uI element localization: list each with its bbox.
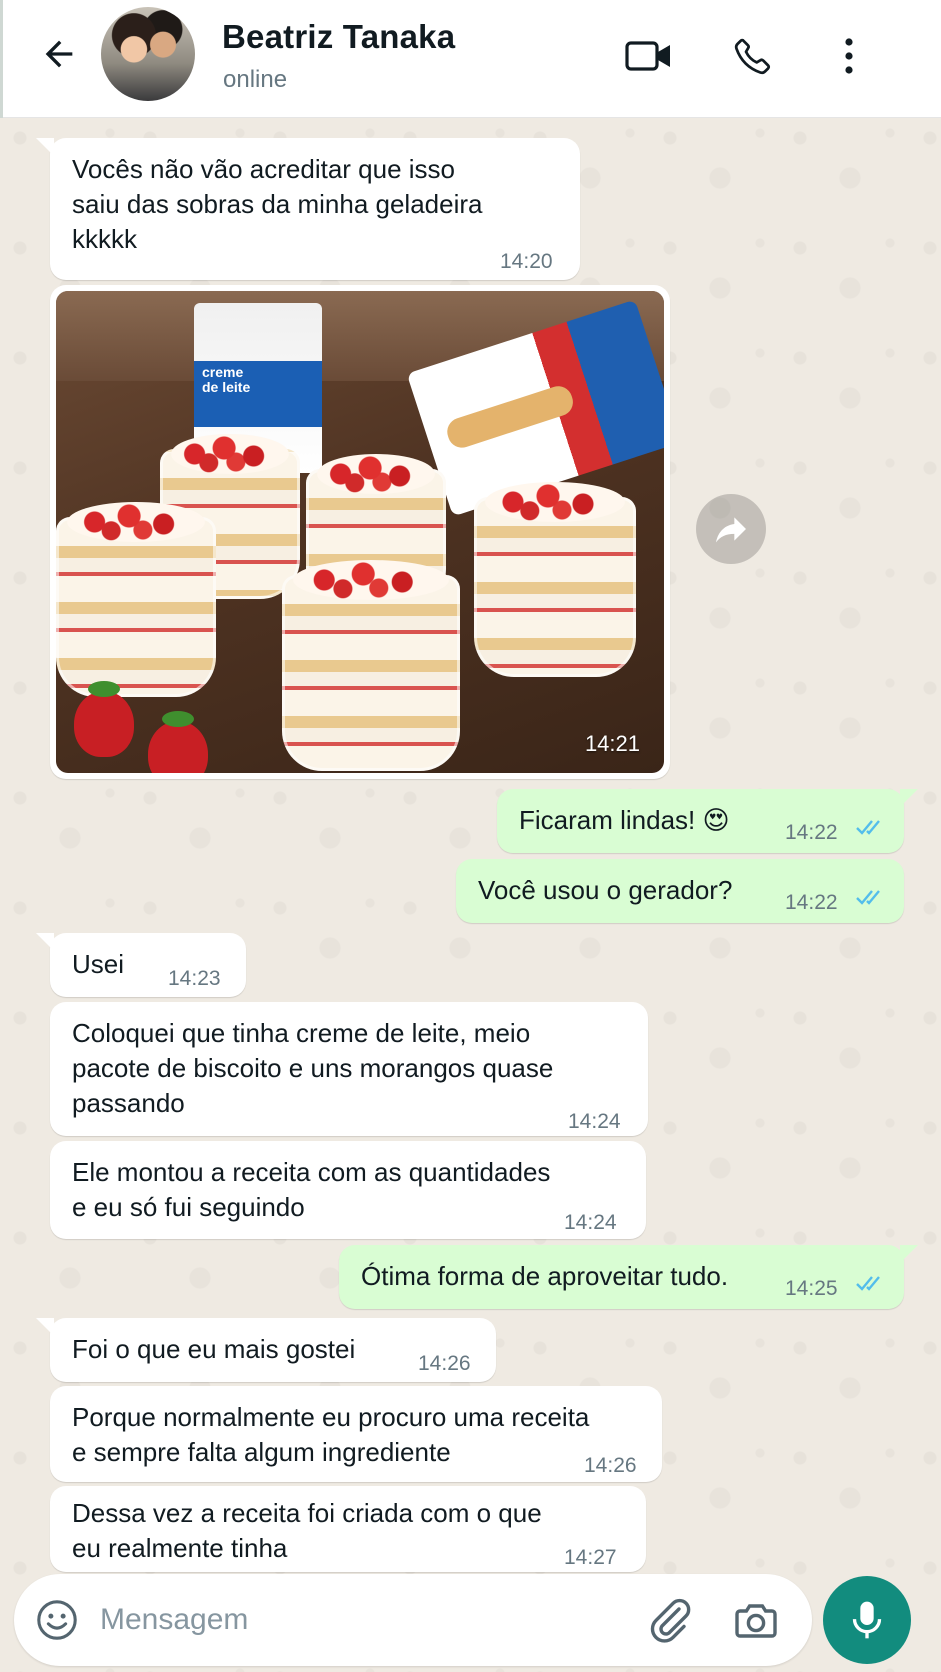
message-text: Porque normalmente eu procuro uma receit… bbox=[72, 1402, 590, 1467]
message-outgoing[interactable]: Você usou o gerador? 14:22 bbox=[456, 859, 904, 923]
camera-icon[interactable] bbox=[732, 1596, 780, 1644]
message-text: Ele montou a receita com as quantidades … bbox=[72, 1157, 551, 1222]
message-time: 14:22 bbox=[785, 891, 838, 914]
bubble-tail bbox=[36, 138, 54, 156]
strawberry bbox=[148, 711, 208, 773]
carton-label: creme de leite bbox=[202, 364, 251, 395]
video-call-icon bbox=[625, 41, 670, 71]
message-incoming[interactable]: Dessa vez a receita foi criada com o que… bbox=[50, 1486, 646, 1572]
mic-button[interactable] bbox=[823, 1576, 911, 1664]
image-message[interactable]: creme de leite 14:21 bbox=[50, 285, 670, 779]
message-text: Foi o que eu mais gostei bbox=[72, 1334, 356, 1364]
message-incoming[interactable]: Porque normalmente eu procuro uma receit… bbox=[50, 1386, 662, 1482]
message-time: 14:26 bbox=[584, 1454, 637, 1477]
contact-status: online bbox=[223, 66, 288, 93]
message-text: Usei bbox=[72, 949, 125, 979]
message-text: Você usou o gerador? bbox=[478, 875, 733, 905]
message-time: 14:22 bbox=[785, 821, 838, 844]
message-incoming[interactable]: Vocês não vão acreditar que isso saiu da… bbox=[36, 138, 580, 280]
message-text: Dessa vez a receita foi criada com o que… bbox=[72, 1498, 542, 1563]
message-composer bbox=[14, 1574, 812, 1666]
message-input[interactable] bbox=[100, 1596, 630, 1644]
dessert-cup bbox=[282, 560, 460, 771]
bubble-tail bbox=[900, 789, 918, 807]
avatar[interactable] bbox=[101, 7, 195, 101]
dessert-cup bbox=[56, 502, 216, 697]
message-time: 14:27 bbox=[564, 1546, 617, 1569]
back-button[interactable] bbox=[37, 32, 81, 76]
more-options-icon bbox=[845, 38, 853, 74]
emoji-icon[interactable] bbox=[34, 1597, 80, 1643]
voice-call-button[interactable] bbox=[725, 28, 781, 84]
message-time: 14:26 bbox=[418, 1352, 471, 1375]
message-time: 14:21 bbox=[584, 731, 640, 756]
message-incoming[interactable]: Usei 14:23 bbox=[36, 933, 246, 997]
message-incoming[interactable]: Foi o que eu mais gostei 14:26 bbox=[36, 1318, 496, 1382]
forward-icon bbox=[716, 517, 746, 543]
more-options-button[interactable] bbox=[821, 28, 877, 84]
contact-name[interactable]: Beatriz Tanaka bbox=[222, 18, 455, 56]
message-incoming[interactable]: Coloquei que tinha creme de leite, meio … bbox=[50, 1002, 648, 1136]
bubble-tail bbox=[36, 933, 54, 951]
message-text: Vocês não vão acreditar que isso saiu da… bbox=[72, 154, 483, 254]
bubble-tail bbox=[900, 1245, 918, 1263]
message-time: 14:23 bbox=[168, 967, 221, 990]
message-outgoing[interactable]: Ótima forma de aproveitar tudo. 14:25 bbox=[339, 1245, 918, 1309]
bubble-tail bbox=[36, 1318, 54, 1336]
message-time: 14:20 bbox=[500, 250, 553, 273]
chat-header: Beatriz Tanaka online bbox=[3, 0, 941, 118]
message-time: 14:24 bbox=[568, 1110, 621, 1133]
message-text: Coloquei que tinha creme de leite, meio … bbox=[72, 1018, 554, 1118]
read-receipt-icon bbox=[856, 1276, 880, 1291]
strawberry bbox=[74, 681, 134, 757]
mic-icon bbox=[852, 1601, 882, 1639]
message-text: Ficaram lindas! 😍 bbox=[519, 805, 730, 835]
message-time: 14:25 bbox=[785, 1277, 838, 1300]
message-photo[interactable]: creme de leite 14:21 bbox=[56, 291, 664, 773]
message-text: Ótima forma de aproveitar tudo. bbox=[361, 1261, 729, 1291]
voice-call-icon bbox=[734, 38, 771, 75]
dessert-cup bbox=[474, 482, 636, 677]
video-call-button[interactable] bbox=[621, 28, 677, 84]
message-incoming[interactable]: Ele montou a receita com as quantidades … bbox=[50, 1141, 646, 1239]
message-time: 14:24 bbox=[564, 1211, 617, 1234]
forward-button[interactable] bbox=[696, 494, 766, 564]
message-outgoing[interactable]: Ficaram lindas! 😍 14:22 bbox=[497, 789, 918, 853]
read-receipt-icon bbox=[856, 820, 880, 835]
read-receipt-icon bbox=[856, 890, 880, 905]
back-arrow-icon bbox=[45, 40, 73, 68]
attach-icon[interactable] bbox=[646, 1596, 694, 1644]
